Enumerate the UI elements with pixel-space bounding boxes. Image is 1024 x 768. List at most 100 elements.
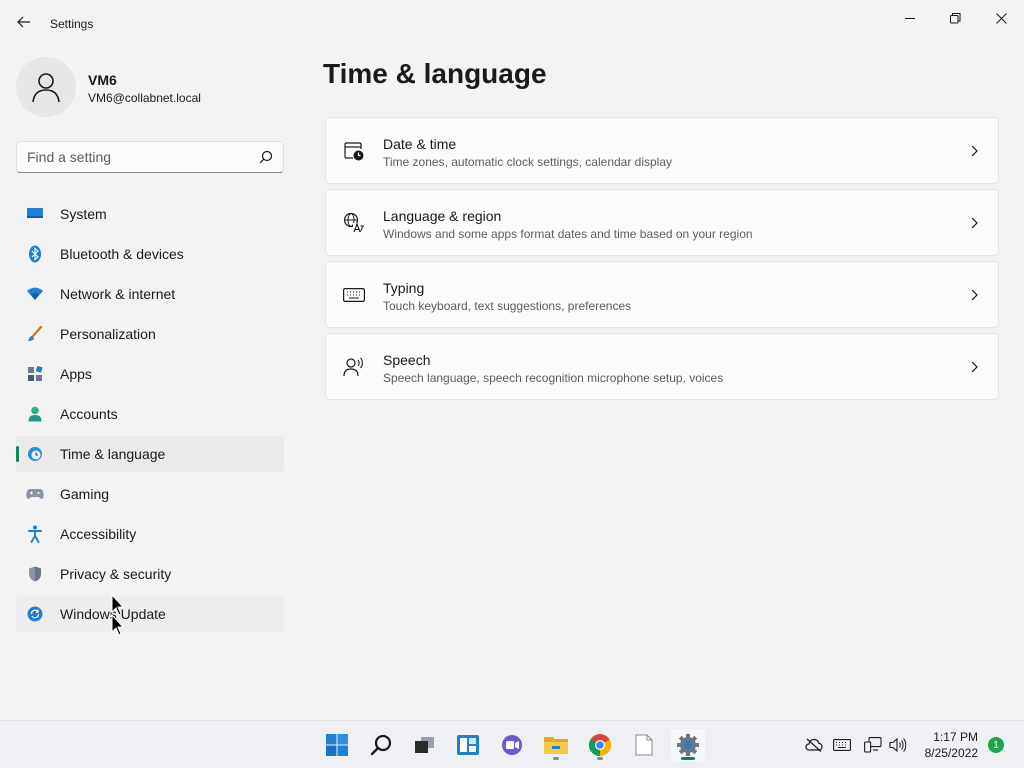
keyboard-icon [833,739,851,751]
search-icon [370,734,392,756]
minimize-icon [904,17,915,19]
chevron-right-icon [971,289,978,301]
back-arrow-icon [17,16,30,28]
card-description: Windows and some apps format dates and t… [383,227,753,241]
chat-icon [502,735,522,755]
settings-card-list: Date & time Time zones, automatic clock … [325,117,999,405]
user-email: VM6@collabnet.local [88,91,201,105]
sidebar-item-personalization[interactable]: Personalization [16,316,284,352]
taskbar-search-button[interactable] [364,729,398,761]
card-description: Touch keyboard, text suggestions, prefer… [383,299,632,313]
sidebar-item-system[interactable]: System [16,196,284,232]
card-title: Typing [383,280,425,296]
widgets-button[interactable] [451,729,485,761]
running-indicator [553,757,559,760]
clock-date: 8/25/2022 [924,746,978,760]
keyboard-icon [343,284,365,306]
sidebar-item-label: Network & internet [60,286,176,302]
running-indicator [597,757,603,760]
accounts-icon [26,405,44,423]
sidebar-item-network[interactable]: Network & internet [16,276,284,312]
sidebar-nav: System Bluetooth & devices Network & int… [16,196,284,636]
restore-button[interactable] [932,4,978,32]
typing-card[interactable]: Typing Touch keyboard, text suggestions,… [325,261,999,328]
network-tray[interactable] [864,737,882,753]
card-title: Speech [383,352,431,368]
globe-clock-icon [26,445,44,463]
clock-time: 1:17 PM [933,730,978,744]
cloud-offline-tray[interactable] [805,737,823,753]
volume-tray[interactable] [889,737,907,753]
sidebar-item-label: Gaming [60,486,110,502]
sidebar-item-apps[interactable]: Apps [16,356,284,392]
cloud-offline-icon [805,738,823,752]
speech-icon [343,356,365,378]
sidebar-item-time-language[interactable]: Time & language [16,436,284,472]
task-view-icon [415,737,434,753]
brush-icon [26,325,44,343]
calendar-clock-icon [343,140,365,162]
title-bar: Settings [0,0,1024,48]
date-time-card[interactable]: Date & time Time zones, automatic clock … [325,117,999,184]
page-title: Time & language [323,58,547,89]
wifi-icon [26,285,44,303]
chrome-button[interactable] [583,729,617,761]
card-description: Speech language, speech recognition micr… [383,371,724,385]
chevron-right-icon [971,145,978,157]
widgets-icon [457,735,479,755]
sidebar-item-label: Accessibility [60,526,137,542]
taskbar [0,720,1024,768]
notepad-button[interactable] [627,729,661,761]
sidebar-item-accounts[interactable]: Accounts [16,396,284,432]
chevron-right-icon [971,361,978,373]
sidebar-item-bluetooth[interactable]: Bluetooth & devices [16,236,284,272]
avatar[interactable] [16,57,76,117]
network-icon [864,737,882,753]
notification-badge[interactable]: 1 [988,737,1004,753]
input-indicator-tray[interactable] [833,737,851,753]
search-input[interactable] [27,142,247,172]
file-explorer-button[interactable] [539,729,573,761]
start-icon [326,734,348,756]
sidebar-item-label: Personalization [60,326,156,342]
chat-button[interactable] [495,729,529,761]
sidebar-item-privacy[interactable]: Privacy & security [16,556,284,592]
close-icon [995,12,1007,24]
accessibility-icon [26,525,44,543]
back-button[interactable] [12,10,36,34]
update-icon [26,605,44,623]
apps-icon [26,365,44,383]
language-region-card[interactable]: Language & region Windows and some apps … [325,189,999,256]
settings-taskbar-button[interactable] [671,729,705,761]
speech-card[interactable]: Speech Speech language, speech recogniti… [325,333,999,400]
chevron-right-icon [971,217,978,229]
system-icon [26,205,44,223]
card-description: Time zones, automatic clock settings, ca… [383,155,673,169]
selection-indicator [16,446,19,462]
card-title: Language & region [383,208,502,224]
sidebar-item-accessibility[interactable]: Accessibility [16,516,284,552]
sidebar-item-label: Privacy & security [60,566,172,582]
sidebar-item-windows-update[interactable]: Windows Update [16,596,284,632]
gamepad-icon [26,485,44,503]
minimize-button[interactable] [887,4,933,32]
chrome-icon [589,734,611,756]
search-icon[interactable] [259,150,273,164]
close-button[interactable] [978,4,1024,32]
notepad-icon [635,734,653,756]
settings-icon [677,734,699,756]
user-icon [32,73,60,103]
sidebar-item-label: Apps [60,366,92,382]
bluetooth-icon [26,245,44,263]
search-box[interactable] [16,141,284,173]
shield-icon [26,565,44,583]
sidebar-item-label: Time & language [60,446,166,462]
sidebar-item-gaming[interactable]: Gaming [16,476,284,512]
volume-icon [889,737,907,753]
sidebar-item-label: Accounts [60,406,118,422]
start-button[interactable] [320,729,354,761]
task-view-button[interactable] [407,729,441,761]
taskbar-clock[interactable]: 1:17 PM 8/25/2022 [912,729,978,761]
file-explorer-icon [544,737,568,754]
active-indicator [681,757,695,760]
